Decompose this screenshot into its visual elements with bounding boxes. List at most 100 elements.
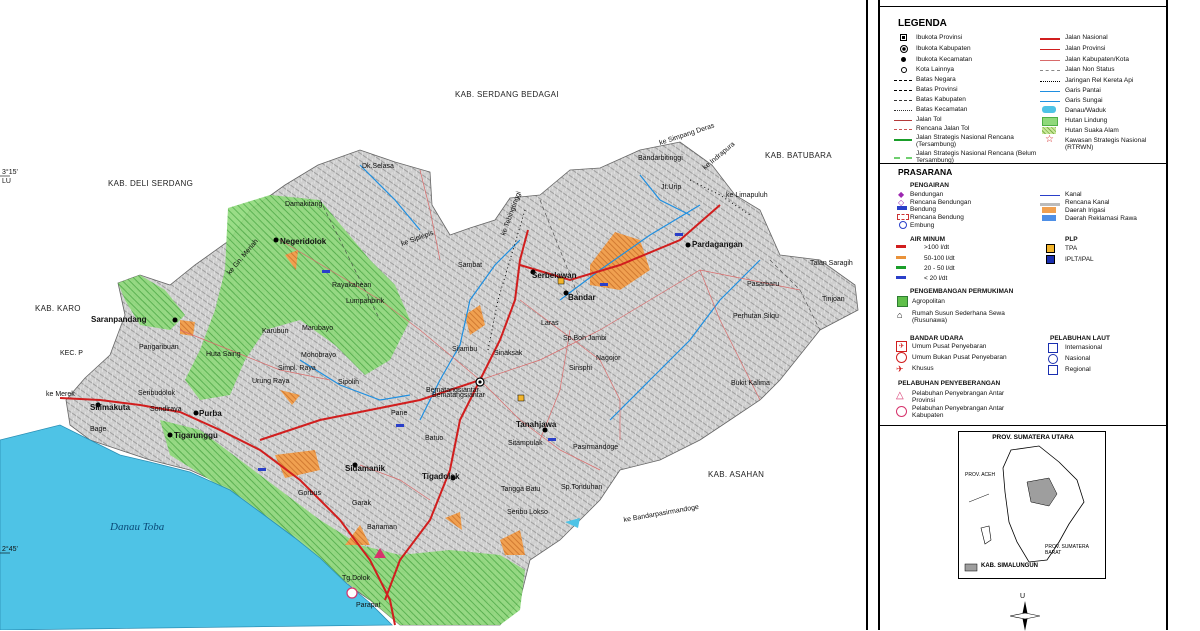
town-label: Sp.Tonduhan: [561, 484, 602, 491]
legend-item: IPLT/IPAL: [1065, 256, 1094, 263]
town-label: Tigadolok: [422, 472, 460, 481]
map-canvas[interactable]: KAB. SERDANG BEDAGAI KAB. DELI SERDANG K…: [0, 0, 868, 630]
legend-item: Kanal: [1065, 191, 1082, 198]
road-label-simpang-deras: ke Simpang Deras: [658, 122, 715, 147]
legend-item: Ibukota Kabupaten: [916, 45, 971, 52]
town-label: Sp.Boh Jambi: [563, 335, 607, 342]
legend-item: TPA: [1065, 245, 1078, 252]
town-label: Nagojor: [596, 355, 621, 362]
legend-item: Garis Pantai: [1065, 87, 1101, 94]
road-label-merek: ke Merek: [46, 391, 75, 398]
legend-item: Jalan Tol: [916, 116, 942, 123]
town-label: Huta Saing: [206, 351, 241, 358]
town-label: Rayakahean: [332, 282, 371, 289]
lat-bottom: 2°45': [2, 545, 18, 553]
pelabuhan-laut-title: PELABUHAN LAUT: [1050, 335, 1110, 342]
town-label: Lumpahbirik: [346, 298, 385, 305]
town-label: Marubayo: [302, 325, 333, 332]
town-label: Negeridolok: [280, 237, 327, 246]
legend-item: Jaringan Rel Kereta Api: [1065, 77, 1134, 84]
town-label: Damakitang: [285, 201, 322, 208]
town-label: Sondiraya: [150, 406, 182, 413]
legend-item: Daerah Reklamasi Rawa: [1065, 215, 1137, 222]
town-label: Pangaribuan: [139, 344, 179, 351]
legend-item: Hutan Lindung: [1065, 117, 1108, 124]
town-label: Bage: [90, 426, 106, 433]
prasarana-title: PRASARANA: [898, 167, 953, 177]
inset-map: PROV. SUMATERA UTARA PROV. ACEH PROV. SU…: [958, 431, 1106, 579]
town-label: Pane: [391, 410, 407, 417]
town-label: Sipolih: [338, 379, 359, 386]
legend-item: Garis Sungai: [1065, 97, 1103, 104]
label-deli-serdang: KAB. DELI SERDANG: [108, 179, 193, 188]
legend-item: Jalan Nasional: [1065, 34, 1108, 41]
town-label: Sitampulak: [508, 440, 543, 447]
town-label: Sambat: [458, 262, 482, 269]
legend-item: Rencana Kanal: [1065, 199, 1110, 206]
road-label-limapuluh: ke Limapuluh: [726, 192, 768, 199]
town-label: Sidamanik: [345, 464, 386, 473]
legend-item: Pelabuhan Penyebrangan Antar Kabupaten: [912, 405, 1005, 419]
town-label: Simpl. Raya: [278, 365, 316, 372]
inset-aceh: PROV. ACEH: [965, 472, 996, 478]
legend-item: Jalan Kabupaten/Kota: [1065, 56, 1129, 63]
town-label: Tinjoan: [822, 296, 845, 303]
permukiman-title: PENGEMBANGAN PERMUKIMAN: [910, 288, 1014, 295]
town-label: Saranpandang: [91, 315, 147, 324]
air-minum-title: AIR MINUM: [910, 236, 946, 243]
town-label: Sinaksak: [494, 350, 523, 357]
town-label: Tg.Dolok: [342, 575, 371, 582]
town-label: Karubun: [262, 328, 289, 335]
legend-item: Rumah Susun Sederhana Sewa (Rusunawa): [912, 310, 1005, 324]
legend-title: LEGENDA: [898, 18, 947, 29]
town-label: Parapat: [356, 602, 381, 609]
inset-svg: [964, 445, 1085, 572]
town-label: Sijambu: [452, 346, 477, 353]
legend-item: Khusus: [912, 365, 934, 372]
legend-item: Jalan Provinsi: [1065, 45, 1106, 52]
lat-top: 3°15': [2, 168, 18, 176]
legend-item: Internasional: [1065, 344, 1103, 351]
lat-top-unit: LU: [2, 178, 11, 185]
town-label: Garak: [352, 500, 372, 507]
town-label: Gorbus: [298, 490, 321, 497]
town-label: Urung Raya: [252, 378, 289, 385]
town-label: Laras: [541, 320, 559, 327]
label-batubara: KAB. BATUBARA: [765, 151, 832, 160]
legend-item: Hutan Suaka Alam: [1065, 127, 1119, 134]
label-asahan: KAB. ASAHAN: [708, 470, 764, 479]
legend-item: < 20 l/dt: [924, 275, 948, 282]
legend-item: Kawasan Strategis Nasional (RTRWN): [1065, 137, 1147, 151]
label-kec-p: KEC. P: [60, 350, 83, 357]
town-label: Seribu Lokso: [507, 509, 548, 516]
legend-item: Jalan Strategis Nasional Rencana (Belum …: [916, 150, 1037, 164]
label-serdang-bedagai: KAB. SERDANG BEDAGAI: [455, 90, 559, 99]
town-label: Bandar: [568, 293, 596, 302]
legend-item: Rencana Bendungan: [910, 199, 972, 206]
legend-item: Ibukota Kecamatan: [916, 56, 973, 63]
penyeberangan-title: PELABUHAN PENYEBERANGAN: [898, 380, 1001, 387]
label-danau-toba: Danau Toba: [109, 521, 165, 533]
map-frame: KAB. SERDANG BEDAGAI KAB. DELI SERDANG K…: [0, 0, 868, 630]
road-label-bandarpasirmandoge: ke Bandarpasirmandoge: [623, 504, 699, 524]
legend-item: Regional: [1065, 366, 1091, 373]
city-bematangsiantar[interactable]: [475, 377, 485, 387]
legend-item: Rencana Jalan Tol: [916, 125, 970, 132]
legend-item: Agropolitan: [912, 298, 945, 305]
town-label: Talan Saragih: [810, 260, 853, 267]
legend-item: 50-100 l/dt: [924, 255, 955, 262]
legend-item: Batas Provinsi: [916, 86, 958, 93]
legend-item: Kota Lainnya: [916, 66, 954, 73]
bandara-title: BANDAR UDARA: [910, 335, 964, 342]
legend-item: Bendungan: [910, 191, 944, 198]
legend-item: Batas Kecamatan: [916, 106, 968, 113]
legend-item: Jalan Non Status: [1065, 66, 1115, 73]
legend-item: Bendung: [910, 206, 937, 213]
town-label: Purba: [199, 409, 222, 418]
town-label: Serbelawan: [532, 271, 577, 280]
town-label: Sinsphi: [569, 365, 592, 372]
inset-sumbar: PROV. SUMATERA BARAT: [1045, 544, 1089, 556]
legend-item: Danau/Waduk: [1065, 107, 1106, 114]
road-label-indrapura: ke Indrapura: [702, 141, 737, 172]
legend-item: Batas Kabupaten: [916, 96, 966, 103]
